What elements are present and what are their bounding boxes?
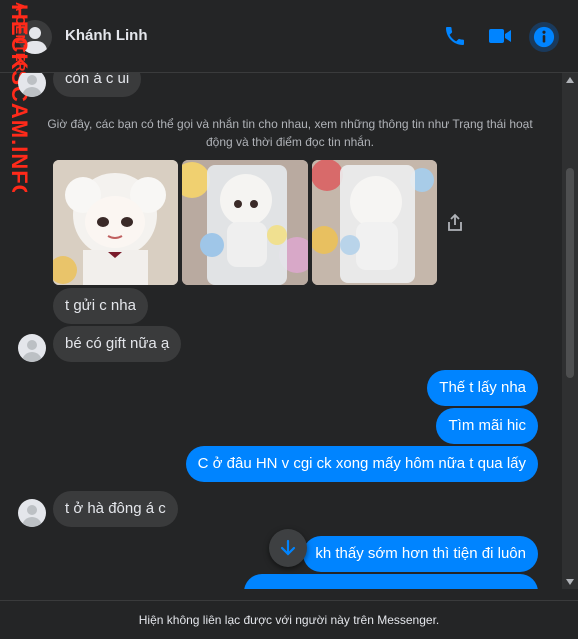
scroll-up-arrow-icon[interactable] [566, 77, 574, 83]
unavailable-notice: Hiện không liên lạc được với người này t… [0, 600, 578, 634]
system-notice: Giờ đây, các bạn có thể gọi và nhắn tin … [47, 117, 533, 149]
message-bubble[interactable]: bé có gift nữa ạ [53, 326, 182, 362]
phone-icon[interactable] [443, 24, 467, 48]
plush-photo-1[interactable] [53, 160, 178, 285]
chat-header: Khánh Linh [0, 0, 578, 73]
message-bubble[interactable]: Tìm mãi hic [436, 408, 538, 444]
message-bubble[interactable]: còn á c ui [53, 73, 142, 97]
plush-photo-3[interactable] [312, 160, 437, 285]
jump-to-latest-button[interactable] [269, 529, 307, 567]
scroll-thumb[interactable] [566, 168, 574, 378]
contact-name[interactable]: Khánh Linh [65, 27, 148, 44]
message-bubble[interactable]: C ở đâu HN v cgi ck xong mấy hôm nữa t q… [185, 446, 538, 482]
message-bubble[interactable]: kh thấy sớm hơn thì tiện đi luôn [303, 536, 538, 572]
contact-avatar-small[interactable] [18, 499, 46, 527]
arrow-down-icon [280, 539, 296, 556]
message-bubble[interactable]: t gửi c nha [53, 288, 148, 324]
message-bubble-partial[interactable] [244, 574, 538, 589]
contact-avatar-small[interactable] [18, 73, 46, 97]
message-bubble[interactable]: Thế t lấy nha [427, 370, 538, 406]
contact-avatar-small[interactable] [18, 334, 46, 362]
scrollbar[interactable] [562, 73, 578, 589]
scroll-down-arrow-icon[interactable] [566, 579, 574, 585]
video-camera-icon[interactable] [488, 24, 512, 48]
info-button[interactable] [529, 22, 559, 52]
info-icon [533, 26, 555, 48]
message-list[interactable]: còn á c ui Giờ đây, các bạn có thể gọi v… [0, 73, 562, 589]
plush-photo-2[interactable] [182, 160, 308, 285]
share-icon[interactable] [446, 213, 464, 233]
message-bubble[interactable]: t ở hà đông á c [53, 491, 178, 527]
